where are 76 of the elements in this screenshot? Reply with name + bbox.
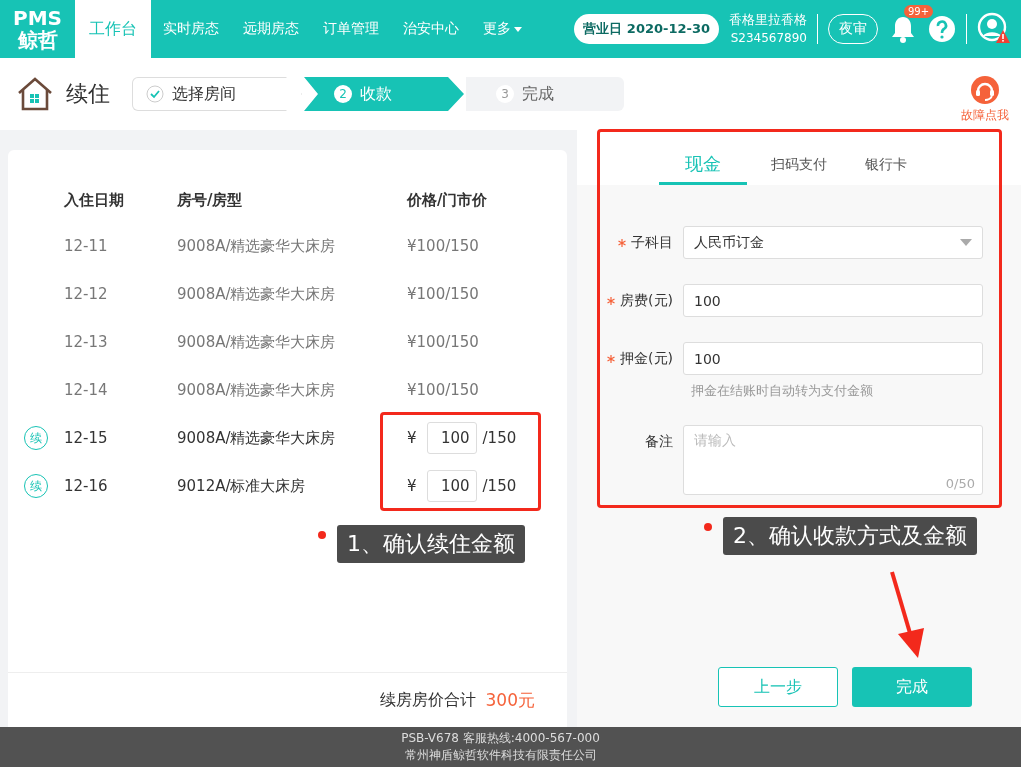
table-cell-text: ¥100/150 xyxy=(407,285,480,303)
step-label: 选择房间 xyxy=(172,83,236,105)
table-cell-text: 9008A/精选豪华大床房 xyxy=(177,332,337,352)
nav-tab[interactable]: 更多 xyxy=(471,0,534,58)
currency-symbol: ¥ xyxy=(407,429,417,447)
price-input[interactable]: 100 xyxy=(426,422,477,454)
notification-badge: 99+ xyxy=(904,5,934,18)
headset-icon[interactable] xyxy=(970,74,1000,105)
hotel-name: 香格里拉香格 xyxy=(729,11,807,29)
callout-dot xyxy=(318,531,326,539)
step-number: 2 xyxy=(334,85,352,103)
step-label: 收款 xyxy=(360,83,392,105)
subject-dropdown[interactable]: 人民币订金 xyxy=(683,226,983,259)
column-header: 房号/房型 xyxy=(177,190,244,210)
amount-field[interactable]: 100 xyxy=(683,284,983,317)
footer-text: 常州神盾鲸哲软件科技有限责任公司 xyxy=(404,747,597,764)
list-price: /150 xyxy=(482,429,517,447)
business-day-badge: 营业日 2020-12-30 xyxy=(574,14,719,44)
table-cell-text: 12-14 xyxy=(64,381,109,399)
table-cell-text: 9008A/精选豪华大床房 xyxy=(177,236,337,256)
notification-bell-icon[interactable] xyxy=(890,15,916,43)
total-amount: 300元 xyxy=(485,688,535,712)
field-label: 备注 xyxy=(645,432,673,451)
help-icon[interactable] xyxy=(928,15,956,43)
currency-symbol: ¥ xyxy=(407,477,417,495)
nav-tab[interactable]: 实时房态 xyxy=(151,0,231,58)
table-cell-text: 9008A/精选豪华大床房 xyxy=(177,380,337,400)
amount-field[interactable]: 100 xyxy=(683,342,983,375)
payment-tab[interactable]: 扫码支付 xyxy=(757,156,841,185)
table-cell-text: ¥100/150 xyxy=(407,333,480,351)
table-cell-text: 12-13 xyxy=(64,333,109,351)
callout-label: 1、确认续住金额 xyxy=(337,525,525,563)
house-icon xyxy=(16,76,54,112)
field-label: 房费(元) xyxy=(620,291,673,310)
step[interactable]: 选择房间 xyxy=(132,77,302,111)
nav-tab[interactable]: 远期房态 xyxy=(231,0,311,58)
field-hint: 押金在结账时自动转为支付金额 xyxy=(690,382,874,400)
table-cell-text: 12-11 xyxy=(64,237,109,255)
callout-label: 2、确认收款方式及金额 xyxy=(723,517,977,555)
price-input[interactable]: 100 xyxy=(426,470,477,502)
table-cell-text: 9008A/精选豪华大床房 xyxy=(177,284,337,304)
column-header: 价格/门市价 xyxy=(407,190,489,210)
finish-button[interactable]: 完成 xyxy=(852,667,972,707)
app-logo: PMS 鲸哲 xyxy=(12,5,63,54)
table-cell-text: 12-16 xyxy=(64,477,109,495)
list-price: /150 xyxy=(482,477,517,495)
column-header: 入住日期 xyxy=(64,190,125,210)
table-cell-text: 9012A/标准大床房 xyxy=(177,476,307,496)
table-cell-text: ¥100/150 xyxy=(407,381,480,399)
nav-tab[interactable]: 治安中心 xyxy=(391,0,471,58)
nav-tab[interactable]: 订单管理 xyxy=(311,0,391,58)
dropdown-caret-icon xyxy=(960,239,972,246)
check-icon xyxy=(146,85,164,103)
total-label: 续房房价合计 xyxy=(379,689,476,711)
callout-dot xyxy=(704,523,712,531)
character-counter: 0/50 xyxy=(945,476,975,491)
step[interactable]: 2 收款 xyxy=(304,77,464,111)
step[interactable]: 3 完成 xyxy=(466,77,624,111)
step-label: 完成 xyxy=(522,83,554,105)
hotel-code: S234567890 xyxy=(729,30,807,47)
field-label: 押金(元) xyxy=(620,349,673,368)
table-cell-text: 9008A/精选豪华大床房 xyxy=(177,428,337,448)
page-title: 续住 xyxy=(66,80,110,108)
payment-tab[interactable]: 现金 xyxy=(659,152,747,185)
previous-button[interactable]: 上一步 xyxy=(718,667,838,707)
table-cell-text: ¥100/150 xyxy=(407,237,480,255)
step-number: 3 xyxy=(496,85,514,103)
table-cell-text: 12-12 xyxy=(64,285,109,303)
caret-icon xyxy=(514,26,522,32)
footer-text: PSB-V678 客服热线:4000-567-000 xyxy=(401,730,600,747)
user-avatar-icon[interactable] xyxy=(977,12,1011,46)
help-link[interactable]: 故障点我 xyxy=(961,106,1009,124)
nav-tab[interactable]: 工作台 xyxy=(75,0,151,58)
field-label: 子科目 xyxy=(631,233,673,252)
payment-tab[interactable]: 银行卡 xyxy=(851,156,921,185)
table-cell-text: 12-15 xyxy=(64,429,109,447)
